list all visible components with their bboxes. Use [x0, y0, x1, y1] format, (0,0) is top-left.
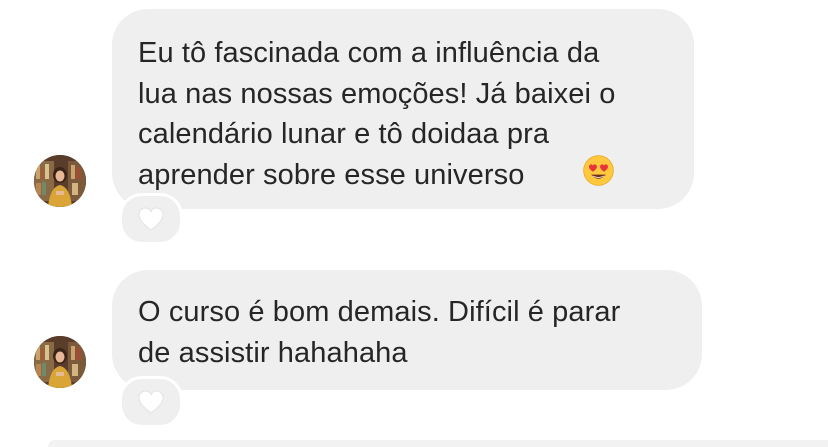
message-text: O curso é bom demais. Difícil é parar de… [138, 296, 621, 369]
sender-avatar[interactable] [34, 336, 86, 388]
next-message-edge [48, 440, 828, 447]
heart-outline-icon [137, 389, 165, 415]
message-bubble[interactable]: Eu tô fascinada com a influência da lua … [112, 9, 694, 209]
heart-eyes-emoji [583, 155, 614, 186]
sender-avatar[interactable] [34, 155, 86, 207]
message-bubble[interactable]: O curso é bom demais. Difícil é parar de… [112, 270, 702, 390]
react-button[interactable] [119, 376, 183, 428]
react-button[interactable] [119, 193, 183, 245]
message-thread: Eu tô fascinada com a influência da lua … [0, 0, 828, 447]
avatar-photo [34, 155, 86, 207]
heart-outline-icon [137, 206, 165, 232]
avatar-photo [34, 336, 86, 388]
